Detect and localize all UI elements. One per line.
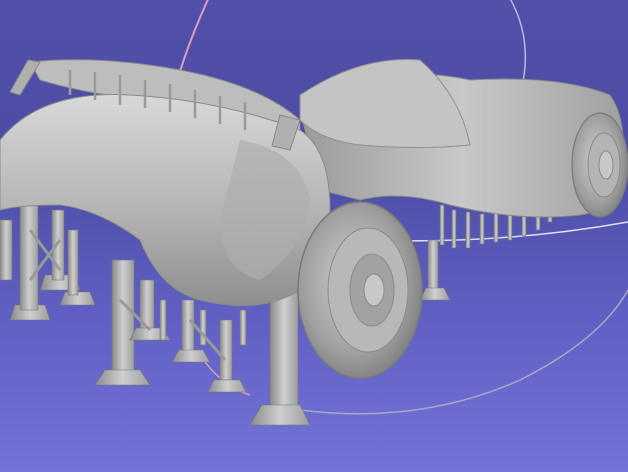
3d-viewport[interactable] [0, 0, 628, 472]
rear-wheel-mesh [297, 201, 423, 379]
front-wheel-mesh [571, 112, 628, 218]
mesh-render[interactable] [0, 0, 628, 472]
